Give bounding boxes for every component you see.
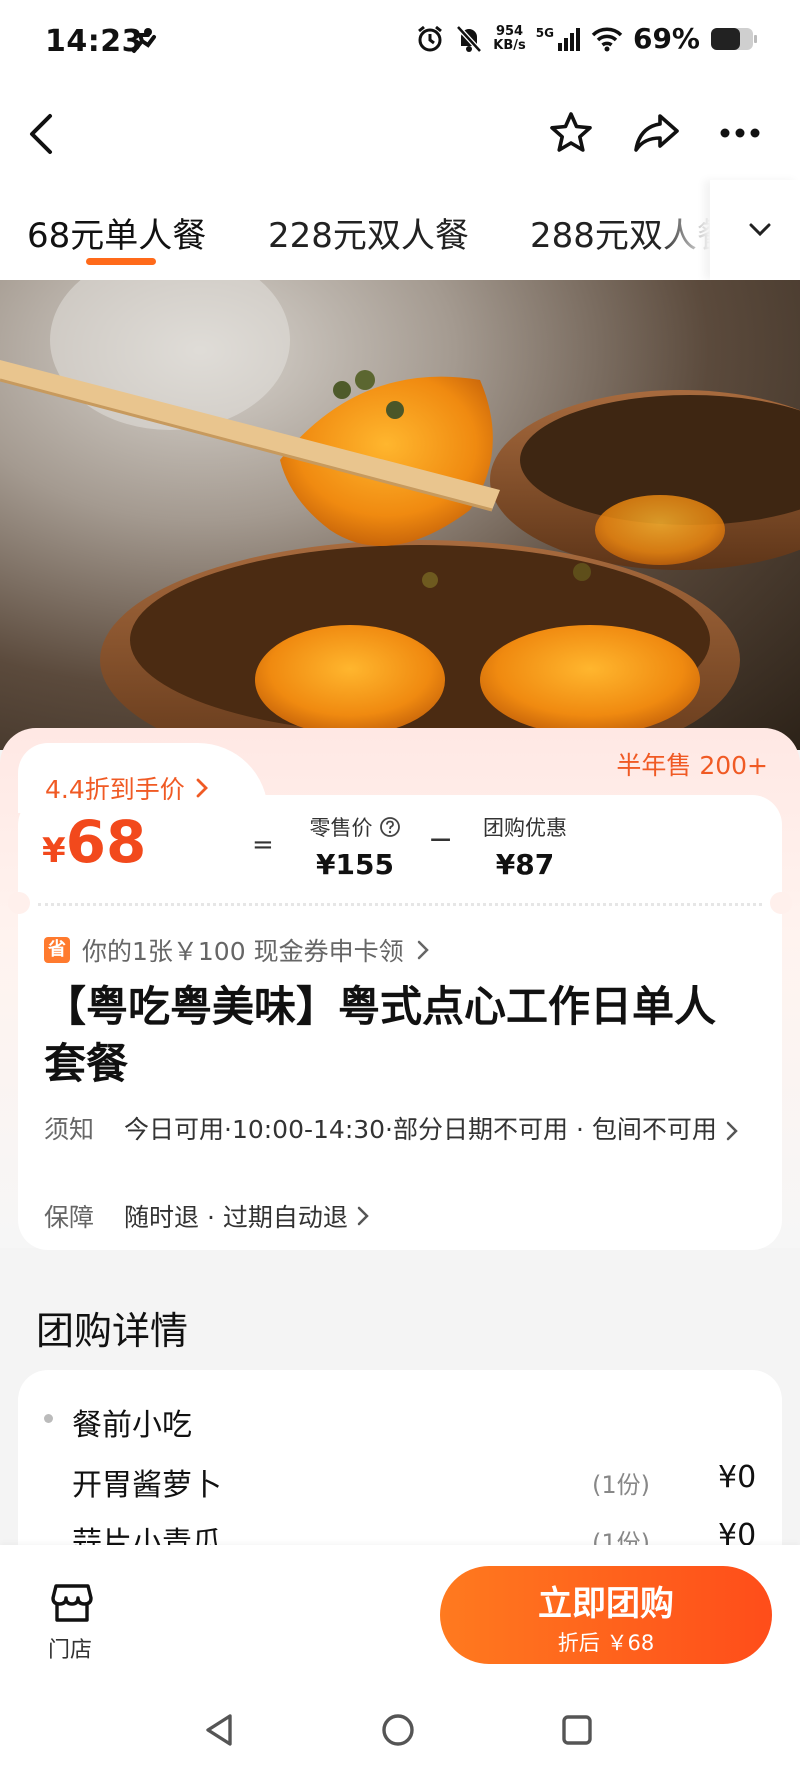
coupon-link[interactable]: 省 你的1张￥100 现金券申卡领 [44,932,430,968]
activity-icon [132,28,156,53]
notice-value: 今日可用·10:00-14:30·部分日期不可用 · 包间不可用 [124,1115,717,1144]
chevron-right-icon [726,1121,738,1141]
equals-sign: = [252,830,274,860]
notice-label: 须知 [44,1115,95,1144]
chevron-right-icon [196,778,208,798]
star-icon[interactable] [548,110,594,156]
guarantee-link[interactable]: 随时退 · 过期自动退 [124,1198,370,1234]
guarantee-label: 保障 [44,1203,95,1232]
store-label[interactable]: 门店 [48,1632,92,1664]
notice-link[interactable]: 今日可用·10:00-14:30·部分日期不可用 · 包间不可用 [124,1110,764,1150]
more-icon[interactable] [718,126,762,140]
details-section-title: 团购详情 [36,1309,189,1353]
ticket-notch-right [770,892,792,914]
menu-item-price: ¥0 [718,1460,757,1495]
half-year-sales: 半年售 200+ [616,751,768,780]
group-discount-block: 团购优惠 ¥87 [470,812,580,881]
category-bullet [44,1414,53,1423]
store-icon[interactable] [50,1582,94,1624]
category-label: 餐前小吃 [72,1408,192,1443]
chevron-down-icon[interactable] [748,222,772,238]
discount-link[interactable]: 4.4折到手价 [45,770,209,806]
tab-fade [660,180,710,280]
signal-icon [557,27,580,51]
coupon-text: 你的1张￥100 现金券申卡领 [82,937,404,966]
system-nav-bar [0,1685,800,1778]
status-icons: 954 KB/s 5G 69% [415,22,758,55]
price-value: 68 [65,808,147,876]
nav-back-icon[interactable] [203,1712,235,1748]
group-discount-value: ¥87 [495,848,555,881]
buy-now-button[interactable]: 立即团购 折后 ￥68 [440,1566,772,1664]
help-icon[interactable] [379,816,401,838]
net-speed-value: 954 [495,23,524,39]
nav-home-icon[interactable] [380,1712,416,1748]
chevron-right-icon [417,940,429,960]
nav-bar [0,86,800,180]
group-discount-label: 团购优惠 [483,816,567,840]
menu-item-name: 开胃酱萝卜 [72,1468,222,1503]
nav-recents-icon[interactable] [560,1713,594,1747]
discount-label: 4.4折到手价 [45,775,185,804]
wifi-icon [591,27,623,51]
retail-price: ¥155 [316,848,394,881]
ticket-notch-left [8,892,30,914]
battery-icon [711,27,757,50]
tab-expand-button[interactable] [710,180,800,280]
hero-image[interactable] [0,280,800,750]
net-speed-unit: KB/s [493,37,526,53]
signal-indicator: 5G [536,27,581,51]
menu-item-qty: (1份) [592,1471,650,1499]
buy-button-subprice: 折后 ￥68 [557,1631,655,1655]
battery-percent: 69% [632,22,700,55]
guarantee-value: 随时退 · 过期自动退 [124,1203,348,1232]
final-price: ¥68 [42,808,146,876]
share-icon[interactable] [632,110,682,156]
net-speed: 954 KB/s [493,23,526,53]
price-currency: ¥ [42,831,66,871]
chevron-right-icon [357,1206,369,1226]
back-icon[interactable] [26,112,56,156]
deal-title: 【粤吃粤美味】粤式点心工作日单人套餐 [44,982,717,1088]
minus-sign: − [428,822,454,857]
active-tab-indicator [86,258,156,265]
dim-sum-photo [0,280,800,750]
divider [38,903,762,906]
tab-double-meal-228[interactable]: 228元双人餐 [268,208,469,257]
retail-price-block: 零售价 ¥155 [300,812,410,881]
alarm-icon [418,25,443,51]
buy-button-label: 立即团购 [538,1584,674,1624]
tab-single-meal[interactable]: 68元单人餐 [27,208,206,257]
retail-label: 零售价 [309,816,373,840]
signal-type: 5G [535,25,554,40]
mute-icon [456,24,483,53]
coupon-icon: 省 [44,937,70,963]
status-bar: 14:23 954 KB/s 5G 69% [0,0,800,86]
